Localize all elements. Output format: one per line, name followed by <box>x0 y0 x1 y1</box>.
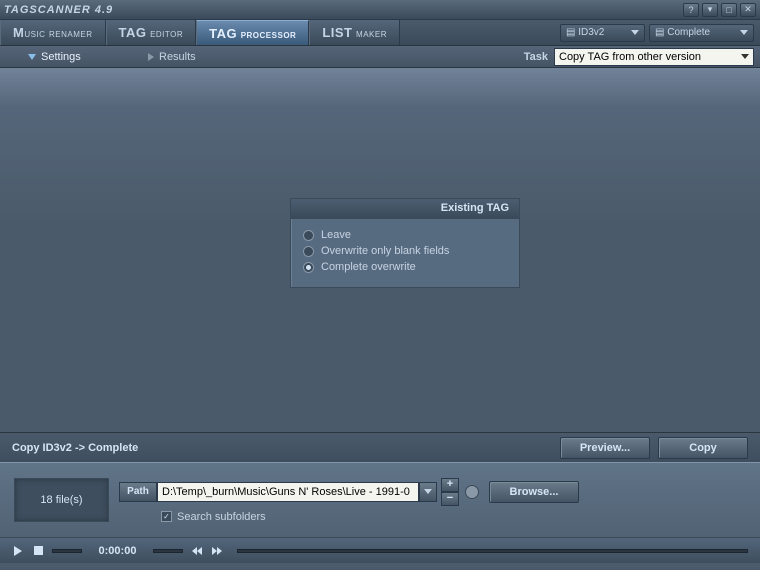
radio-complete-overwrite[interactable]: Complete overwrite <box>303 259 507 275</box>
remove-button[interactable]: − <box>441 492 459 506</box>
tag-format-dropdown[interactable]: ▤ ID3v2 <box>560 24 645 42</box>
search-subfolders-label: Search subfolders <box>177 511 266 523</box>
radio-leave-label: Leave <box>321 229 351 241</box>
footer-top: 18 file(s) Path + − Browse... ✓ Search s… <box>0 463 760 537</box>
radio-overwrite-blank-label: Overwrite only blank fields <box>321 245 449 257</box>
task-dropdown[interactable]: Copy TAG from other version <box>554 48 754 66</box>
chevron-down-icon <box>741 54 749 59</box>
tag-format-value: ID3v2 <box>578 27 604 38</box>
checkbox-checked-icon: ✓ <box>161 511 172 522</box>
seek-post[interactable] <box>153 549 183 553</box>
search-subfolders-checkbox[interactable]: ✓ Search subfolders <box>161 511 746 523</box>
panel-title: Existing TAG <box>291 199 519 219</box>
chevron-down-icon <box>424 489 432 494</box>
tab-tag-processor[interactable]: TAG processor <box>196 20 309 45</box>
existing-tag-panel: Existing TAG Leave Overwrite only blank … <box>290 198 520 288</box>
record-indicator[interactable] <box>465 485 479 499</box>
title-bar: TAGSCANNER 4.9 ? ▾ □ ✕ <box>0 0 760 20</box>
tab-spacer <box>400 20 554 45</box>
subtab-results-label: Results <box>159 51 196 63</box>
tab-tag-editor[interactable]: TAG editor <box>106 20 197 45</box>
footer: 18 file(s) Path + − Browse... ✓ Search s… <box>0 462 760 570</box>
status-text: Copy ID3v2 -> Complete <box>12 442 552 454</box>
status-row: Copy ID3v2 -> Complete Preview... Copy <box>0 432 760 462</box>
radio-leave[interactable]: Leave <box>303 227 507 243</box>
radio-complete-overwrite-label: Complete overwrite <box>321 261 416 273</box>
path-label: Path <box>119 482 157 502</box>
subtab-settings[interactable]: Settings <box>18 46 138 68</box>
content-area: Existing TAG Leave Overwrite only blank … <box>0 68 760 462</box>
stop-button[interactable] <box>32 545 44 557</box>
help-button[interactable]: ? <box>683 3 699 17</box>
rewind-button[interactable] <box>191 545 203 557</box>
add-remove-stack: + − <box>441 478 459 506</box>
preview-button[interactable]: Preview... <box>560 437 650 459</box>
copy-button[interactable]: Copy <box>658 437 748 459</box>
file-count-box[interactable]: 18 file(s) <box>14 478 109 522</box>
forward-button[interactable] <box>211 545 223 557</box>
tab-list-maker[interactable]: LIST maker <box>309 20 400 45</box>
tag-mode-dropdown[interactable]: ▤ Complete <box>649 24 754 42</box>
radio-icon <box>303 230 314 241</box>
tag-mode-value: Complete <box>667 27 710 38</box>
play-icon <box>14 546 22 556</box>
player-bar: 0:00:00 <box>0 537 760 563</box>
app-title: TAGSCANNER 4.9 <box>4 4 683 16</box>
panel-body: Leave Overwrite only blank fields Comple… <box>291 219 519 287</box>
radio-icon <box>303 246 314 257</box>
task-value: Copy TAG from other version <box>559 51 701 63</box>
sub-tab-bar: Settings Results Task Copy TAG from othe… <box>0 46 760 68</box>
chevron-down-icon <box>631 30 639 35</box>
task-label: Task <box>524 51 548 63</box>
play-button[interactable] <box>12 545 24 557</box>
path-input[interactable] <box>157 482 419 502</box>
triangle-right-icon <box>148 53 154 61</box>
minimize-button[interactable]: ▾ <box>702 3 718 17</box>
tag-format-area: ▤ ID3v2 ▤ Complete <box>554 20 760 45</box>
window-controls: ? ▾ □ ✕ <box>683 3 756 17</box>
task-area: Task Copy TAG from other version <box>524 48 760 66</box>
subtab-results[interactable]: Results <box>138 46 258 68</box>
main-tab-bar: Music renamer TAG editor TAG processor L… <box>0 20 760 46</box>
player-time: 0:00:00 <box>90 545 145 557</box>
stop-icon <box>34 546 43 555</box>
path-history-dropdown[interactable] <box>419 482 437 502</box>
maximize-button[interactable]: □ <box>721 3 737 17</box>
radio-icon-selected <box>303 262 314 273</box>
seek-pre[interactable] <box>52 549 82 553</box>
close-button[interactable]: ✕ <box>740 3 756 17</box>
subtab-settings-label: Settings <box>41 51 81 63</box>
add-button[interactable]: + <box>441 478 459 492</box>
browse-button[interactable]: Browse... <box>489 481 579 503</box>
triangle-down-icon <box>28 54 36 60</box>
path-area: Path + − Browse... ✓ Search subfolders <box>119 478 746 523</box>
radio-overwrite-blank[interactable]: Overwrite only blank fields <box>303 243 507 259</box>
chevron-down-icon <box>740 30 748 35</box>
progress-bar[interactable] <box>237 549 748 553</box>
tab-music-renamer[interactable]: Music renamer <box>0 20 106 45</box>
path-row: Path + − Browse... <box>119 478 746 506</box>
